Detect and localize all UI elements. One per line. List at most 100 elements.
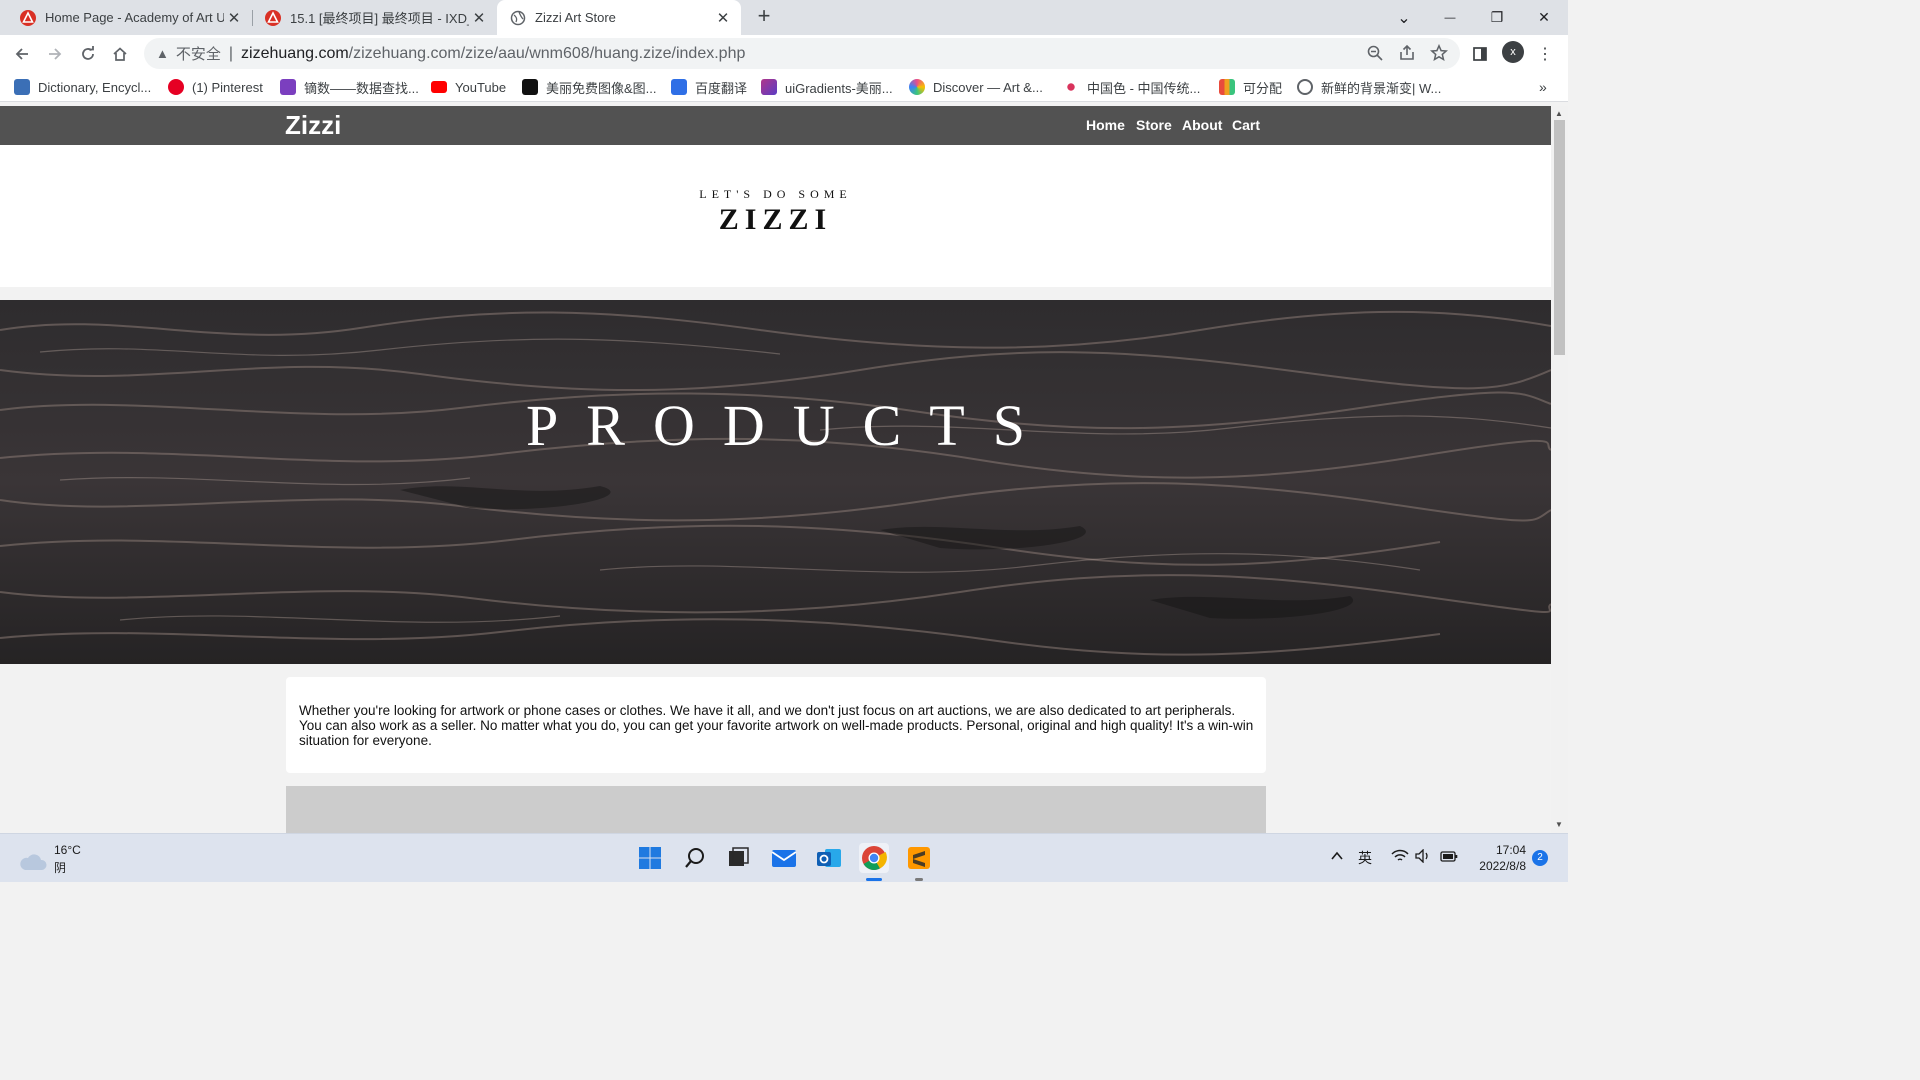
scroll-thumb[interactable] — [1554, 120, 1565, 355]
nav-store[interactable]: Store — [1136, 117, 1172, 133]
intro-paragraph: Whether you're looking for artwork or ph… — [299, 703, 1254, 748]
tab-close-icon[interactable]: ✕ — [469, 9, 489, 27]
site-navbar: Zizzi Home Store About Cart — [0, 106, 1551, 145]
bookmark-label: 中国色 - 中国传统... — [1087, 80, 1201, 96]
scroll-up-arrow-icon[interactable]: ▲ — [1555, 109, 1563, 118]
tab-title: Home Page - Academy of Art U — [45, 10, 224, 25]
product-image-placeholder — [286, 786, 1266, 833]
clock[interactable]: 17:04 2022/8/8 — [1470, 842, 1526, 874]
bookmark-label: Dictionary, Encycl... — [38, 79, 152, 95]
academy-icon — [20, 9, 36, 26]
cloud-icon — [20, 854, 47, 870]
warning-icon[interactable]: ▲ — [156, 46, 169, 61]
home-icon[interactable] — [107, 41, 133, 67]
tab-zizzi-art-store[interactable]: Zizzi Art Store ✕ — [497, 0, 741, 35]
scroll-down-arrow-icon[interactable]: ▼ — [1555, 820, 1563, 829]
outlook-icon[interactable] — [814, 843, 844, 873]
nav-home[interactable]: Home — [1086, 117, 1125, 133]
volume-icon[interactable] — [1415, 848, 1431, 866]
task-view-icon[interactable] — [723, 843, 753, 873]
mail-icon[interactable] — [769, 843, 799, 873]
academy-icon — [265, 9, 281, 26]
window-close-button[interactable]: ✕ — [1521, 0, 1567, 35]
tab-close-icon[interactable]: ✕ — [713, 9, 733, 27]
menu-kebab-icon[interactable]: ⋮ — [1532, 41, 1558, 67]
bookmark-dishu[interactable]: 镝数——数据查找... — [280, 78, 419, 96]
kefenpei-icon — [1219, 79, 1235, 95]
bookmark-label: YouTube — [455, 79, 507, 95]
battery-icon[interactable] — [1440, 849, 1458, 866]
page-scrollbar[interactable]: ▲ ▼ — [1551, 106, 1568, 833]
weather-temp: 16°C — [54, 843, 81, 857]
bookmark-star-icon[interactable] — [1429, 43, 1449, 67]
forward-icon[interactable] — [42, 41, 68, 67]
zoom-icon[interactable] — [1366, 44, 1384, 67]
side-panel-icon[interactable] — [1467, 41, 1493, 67]
bookmark-unsplash[interactable]: 美丽免费图像&图... — [522, 78, 657, 96]
ime-indicator[interactable]: 英 — [1358, 848, 1372, 868]
dictionary-icon — [14, 79, 30, 95]
bookmark-youtube[interactable]: YouTube — [431, 78, 506, 96]
start-icon[interactable] — [635, 843, 665, 873]
clock-time: 17:04 — [1495, 843, 1526, 857]
page-viewport: Zizzi Home Store About Cart LET'S DO SOM… — [0, 106, 1551, 833]
bookmark-label: 镝数——数据查找... — [304, 80, 419, 96]
hero-headline: ZIZZI — [718, 203, 833, 236]
bookmark-uigradients[interactable]: uiGradients-美丽... — [761, 78, 893, 96]
bookmark-pinterest[interactable]: (1) Pinterest — [168, 78, 263, 96]
wifi-icon[interactable] — [1391, 849, 1409, 866]
sublime-text-icon[interactable] — [904, 843, 934, 873]
water-texture-image — [0, 300, 1551, 664]
clock-date: 2022/8/8 — [1479, 859, 1526, 873]
globe-icon — [1297, 79, 1313, 95]
back-icon[interactable] — [9, 41, 35, 67]
tab-final-project[interactable]: 15.1 [最终项目] 最终项目 - IXD_ ✕ — [245, 0, 497, 35]
search-icon[interactable] — [680, 843, 710, 873]
tab-close-icon[interactable]: ✕ — [224, 9, 244, 27]
baidu-translate-icon — [671, 79, 687, 95]
reload-icon[interactable] — [75, 41, 101, 67]
restore-button[interactable]: ❐ — [1474, 0, 1520, 35]
hero-tagline: LET'S DO SOME — [699, 187, 852, 201]
bookmark-label: (1) Pinterest — [192, 79, 263, 95]
bookmark-label: 新鲜的背景渐变| W... — [1321, 80, 1442, 96]
nav-about[interactable]: About — [1182, 117, 1222, 133]
bookmark-label: 美丽免费图像&图... — [546, 80, 657, 96]
dribbble-icon — [909, 79, 925, 95]
tab-academy-home[interactable]: Home Page - Academy of Art U ✕ — [0, 0, 252, 35]
weather-desc: 阴 — [54, 861, 67, 875]
browser-toolbar: ▲ 不安全 | zizehuang.com/zizehuang.com/zize… — [0, 35, 1568, 72]
bookmarks-bar: Dictionary, Encycl... (1) Pinterest 镝数——… — [0, 72, 1568, 102]
new-tab-button[interactable]: + — [753, 3, 775, 31]
app-indicator — [915, 878, 923, 881]
active-app-indicator — [866, 878, 882, 881]
profile-avatar[interactable]: x — [1502, 41, 1524, 63]
bookmark-kefenpei[interactable]: 可分配 — [1219, 78, 1282, 96]
site-logo[interactable]: Zizzi — [285, 110, 341, 141]
bookmark-discover[interactable]: Discover — Art &... — [909, 78, 1043, 96]
bookmark-zhongguose[interactable]: 中国色 - 中国传统... — [1063, 78, 1200, 96]
bookmark-gradients[interactable]: 新鲜的背景渐变| W... — [1297, 78, 1441, 96]
bookmark-label: 百度翻译 — [695, 80, 748, 96]
tab-search-button[interactable]: ⌄ — [1381, 0, 1427, 35]
more-bookmarks-button[interactable]: » — [1539, 78, 1547, 96]
youtube-icon — [431, 81, 447, 93]
windows-taskbar: 16°C 阴 英 17:04 2022/8/8 2 — [0, 833, 1568, 882]
bookmark-label: uiGradients-美丽... — [785, 80, 893, 96]
products-banner: PRODUCTS — [0, 300, 1551, 664]
security-label[interactable]: 不安全 — [176, 43, 221, 64]
chevron-up-icon[interactable] — [1330, 849, 1344, 866]
share-icon[interactable] — [1398, 44, 1416, 67]
tab-title: 15.1 [最终项目] 最终项目 - IXD_ — [290, 11, 469, 26]
address-bar[interactable]: ▲ 不安全 | zizehuang.com/zizehuang.com/zize… — [144, 38, 1460, 69]
separator: | — [228, 44, 234, 62]
chrome-icon[interactable] — [859, 843, 889, 873]
weather-widget[interactable]: 16°C 阴 — [18, 842, 98, 876]
notification-badge[interactable]: 2 — [1532, 850, 1548, 866]
bookmark-dictionary[interactable]: Dictionary, Encycl... — [14, 78, 151, 96]
tab-strip: Home Page - Academy of Art U ✕ 15.1 [最终项… — [0, 0, 1568, 35]
minimize-button[interactable]: — — [1427, 0, 1473, 35]
bookmark-label: Discover — Art &... — [933, 79, 1043, 95]
nav-cart[interactable]: Cart — [1232, 117, 1260, 133]
bookmark-baidu-translate[interactable]: 百度翻译 — [671, 78, 747, 96]
